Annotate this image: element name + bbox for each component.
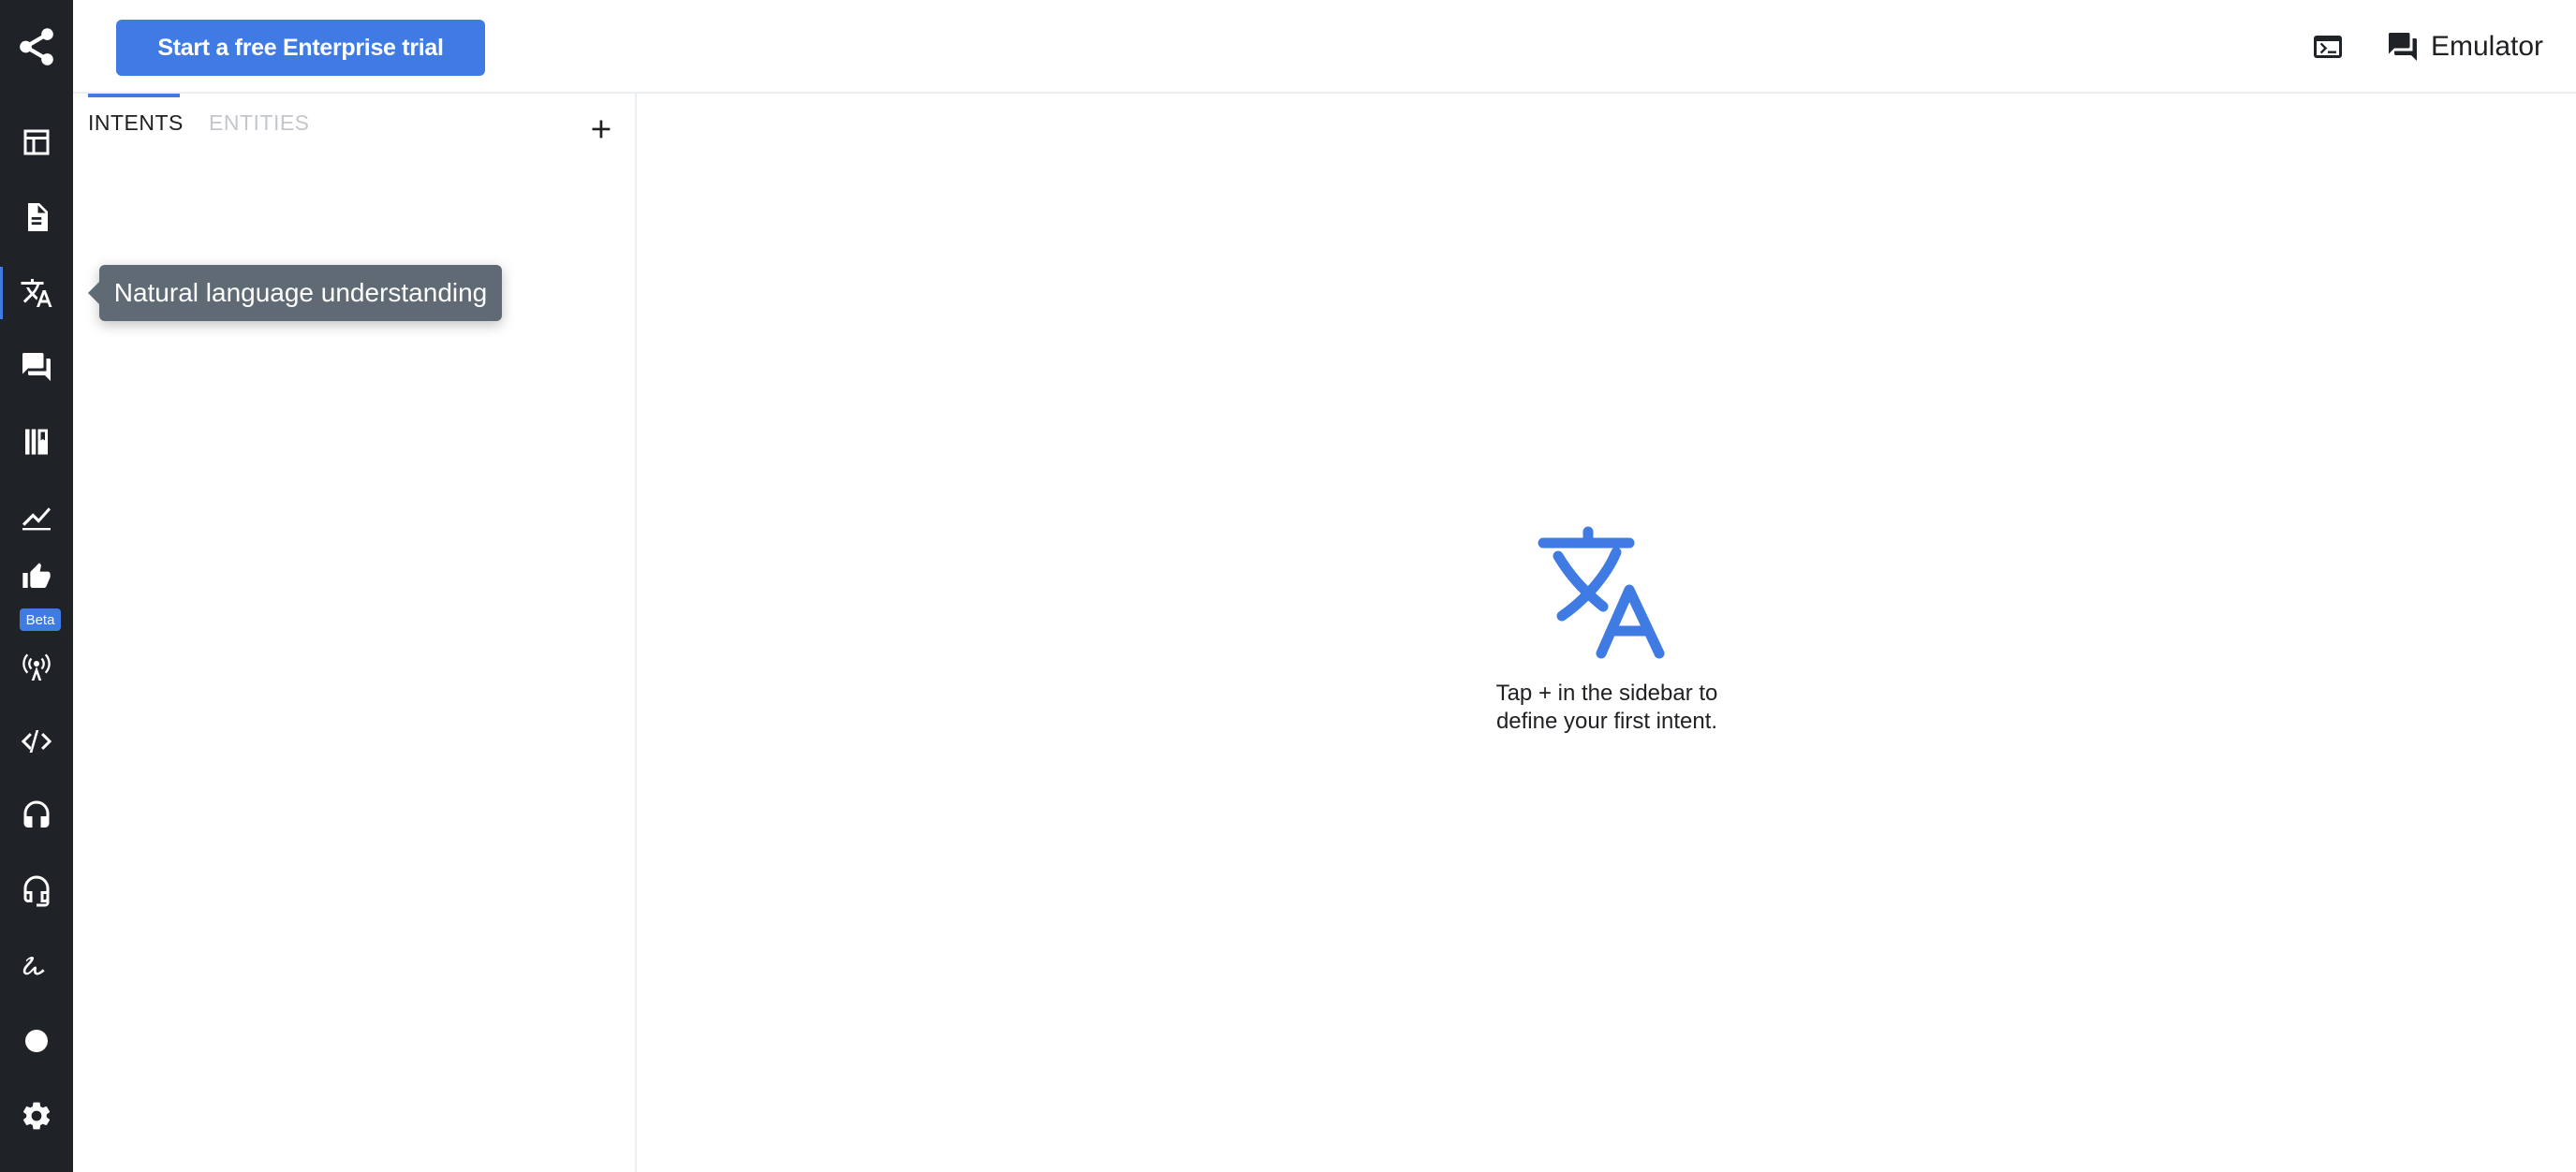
nlu-tooltip: Natural language understanding [88, 265, 502, 321]
chat-bubbles-icon [2386, 30, 2420, 64]
rail-item-conversations[interactable] [0, 330, 73, 404]
active-tab-indicator [88, 94, 180, 97]
rail-item-channels[interactable] [0, 629, 73, 704]
dot-icon [20, 1024, 53, 1058]
translate-icon [20, 276, 53, 310]
left-nav-rail: Beta [0, 0, 73, 1172]
library-books-icon [20, 425, 53, 459]
rail-item-support[interactable] [0, 779, 73, 854]
headset-outline-icon [20, 874, 53, 908]
headset-icon [20, 799, 53, 833]
tab-entities[interactable]: ENTITIES [209, 110, 310, 155]
rail-item-status[interactable] [0, 1004, 73, 1078]
rail-item-integrations[interactable] [0, 929, 73, 1004]
translate-icon [1536, 526, 1678, 668]
empty-state-message: Tap + in the sidebar to define your firs… [1461, 680, 1753, 736]
code-icon [20, 725, 53, 758]
dashboard-icon [20, 125, 53, 159]
add-intent-button[interactable] [575, 103, 627, 155]
emulator-button[interactable]: Emulator [2386, 19, 2564, 75]
empty-state-line-1: Tap + in the sidebar to [1495, 681, 1718, 706]
line-chart-icon [20, 500, 53, 534]
rail-item-library[interactable] [0, 404, 73, 479]
intents-panel: INTENTS ENTITIES [73, 94, 637, 1172]
beta-badge: Beta [20, 608, 61, 631]
rail-item-settings[interactable] [0, 1078, 73, 1153]
emulator-label: Emulator [2431, 31, 2544, 62]
thumb-up-icon [22, 562, 52, 592]
gear-icon [20, 1099, 53, 1133]
empty-state-line-2: define your first intent. [1495, 709, 1718, 734]
rail-item-nlu[interactable] [0, 256, 73, 330]
rail-item-live-agent[interactable] [0, 854, 73, 929]
terminal-button[interactable] [2305, 24, 2350, 69]
document-icon [20, 200, 53, 234]
rail-item-dashboard[interactable] [0, 105, 73, 180]
broadcast-antenna-icon [20, 650, 53, 683]
signature-icon [20, 949, 53, 983]
rail-item-developer[interactable] [0, 704, 73, 779]
top-bar: Start a free Enterprise trial Emulator [73, 0, 2576, 94]
share-nodes-icon[interactable] [0, 0, 73, 94]
terminal-icon [2311, 30, 2345, 64]
enterprise-trial-button[interactable]: Start a free Enterprise trial [116, 20, 485, 76]
tab-intents[interactable]: INTENTS [88, 110, 184, 155]
rail-item-documents[interactable] [0, 180, 73, 255]
rail-item-analytics[interactable] [0, 479, 73, 554]
chat-bubbles-icon [20, 350, 53, 384]
plus-icon [587, 115, 615, 143]
